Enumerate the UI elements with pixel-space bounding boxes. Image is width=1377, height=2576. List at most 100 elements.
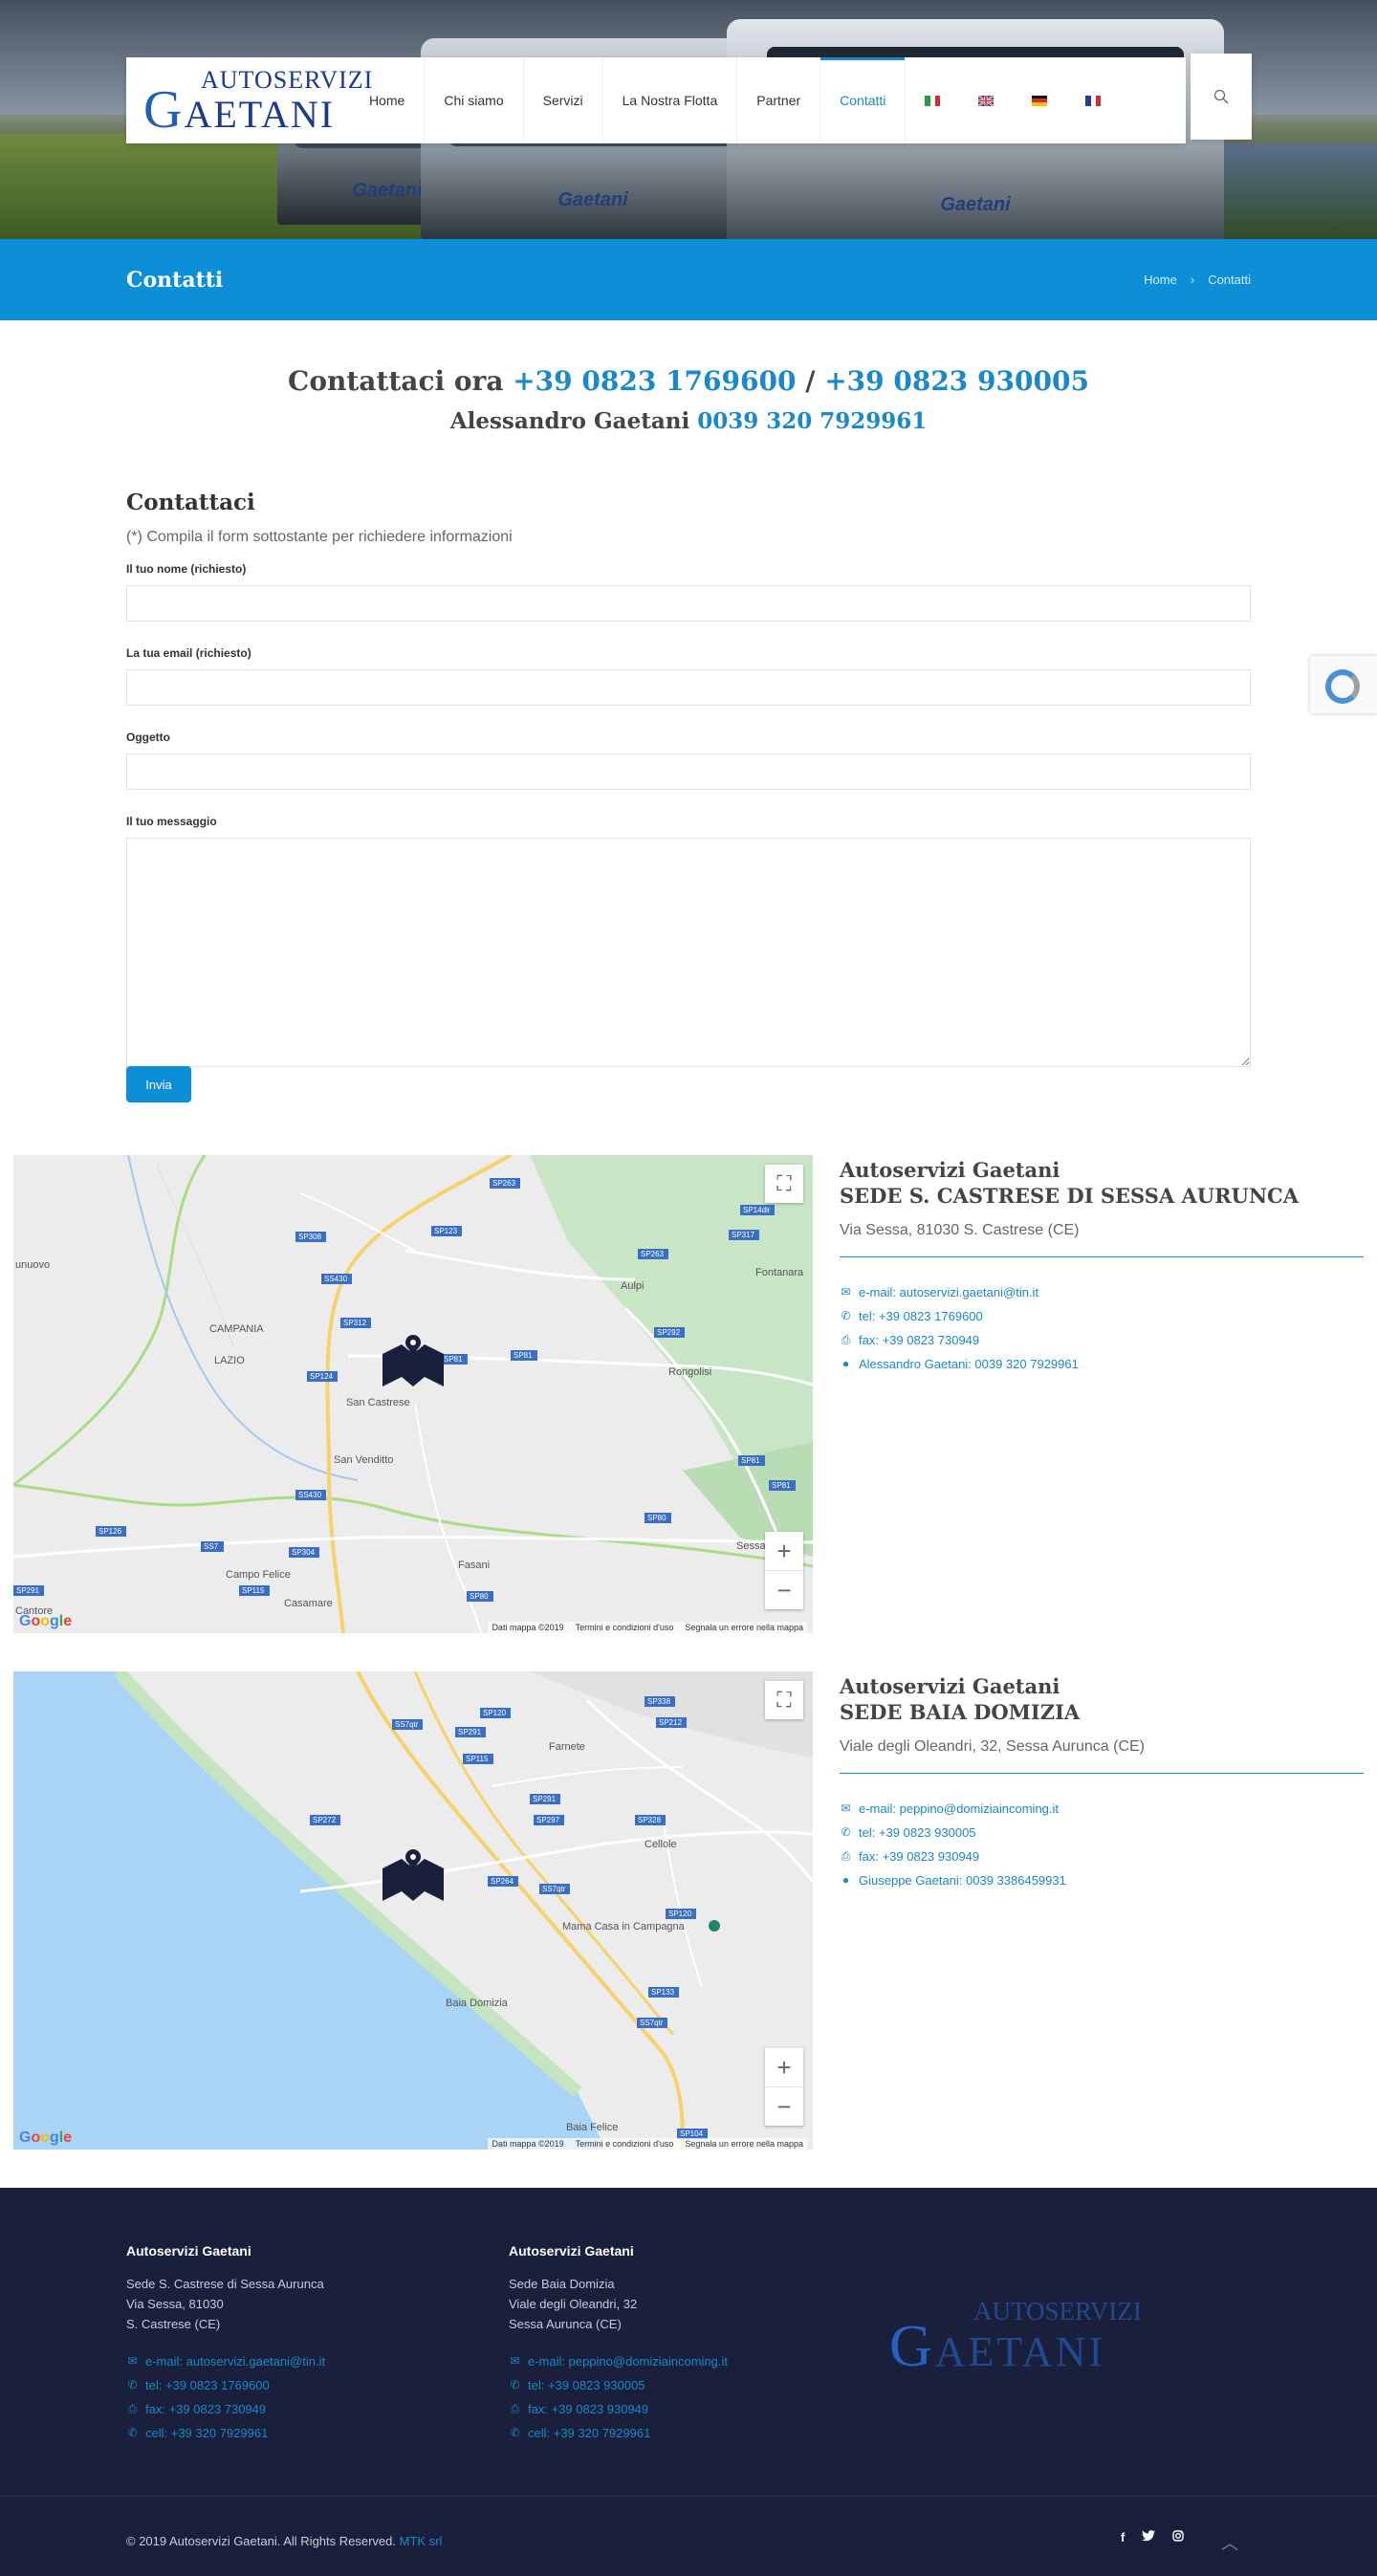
brand-logo[interactable]: AUTOSERVIZI GAETANI [126, 57, 372, 143]
instagram-icon[interactable] [1172, 2530, 1185, 2544]
name-field[interactable] [126, 585, 1251, 622]
office-address: Viale degli Oleandri, 32, Sessa Aurunca … [840, 1738, 1364, 1774]
nav-flotta[interactable]: La Nostra Flotta [603, 57, 738, 143]
back-to-top-icon[interactable]: ︿ [1221, 2530, 1238, 2555]
breadcrumb: Home › Contatti [1144, 273, 1251, 287]
callout-phone-2[interactable]: +39 0823 930005 [824, 365, 1089, 397]
zoom-in-button[interactable]: + [765, 1532, 803, 1570]
lang-en[interactable] [959, 57, 1013, 143]
map-canvas: Farnete Cellole Mama Casa in Campagna Ba… [13, 1671, 813, 2150]
nav-partner[interactable]: Partner [737, 57, 821, 143]
copyright-text: © 2019 Autoservizi Gaetani. All Rights R… [126, 2534, 397, 2548]
office-fax[interactable]: ⎙ fax: +39 0823 930949 [840, 1845, 1364, 1868]
map-san-castrese[interactable]: unuovo Aulpi Fontanara CAMPANIA LAZIO Sa… [13, 1155, 813, 1633]
footer-email[interactable]: ✉ e-mail: peppino@domiziaincoming.it [509, 2349, 834, 2373]
footer-col-domizia: Autoservizi Gaetani Sede Baia Domizia Via… [509, 2243, 834, 2445]
footer-logo-name: GAETANI [889, 2317, 1186, 2376]
footer-col-title: Autoservizi Gaetani [509, 2243, 634, 2259]
lang-it[interactable] [906, 57, 959, 143]
svg-text:SP123: SP123 [434, 1227, 458, 1235]
office-tel[interactable]: ✆ tel: +39 0823 930005 [840, 1821, 1364, 1845]
footer-tel[interactable]: ✆ tel: +39 0823 930005 [509, 2373, 834, 2397]
svg-text:unuovo: unuovo [15, 1259, 50, 1271]
office-person[interactable]: ● Giuseppe Gaetani: 0039 3386459931 [840, 1868, 1364, 1892]
footer-logo: AUTOSERVIZI GAETANI [889, 2298, 1186, 2384]
footer-fax[interactable]: ⎙ fax: +39 0823 730949 [126, 2397, 451, 2421]
map-data-label: Dati mappa ©2019 [492, 1623, 564, 1632]
fullscreen-icon: ⛶ [776, 1688, 792, 1712]
office-person[interactable]: ● Alessandro Gaetani: 0039 320 7929961 [840, 1352, 1364, 1376]
nav-home[interactable]: Home [350, 57, 426, 143]
footer-col-title: Autoservizi Gaetani [126, 2243, 251, 2259]
map-baia-domizia[interactable]: Farnete Cellole Mama Casa in Campagna Ba… [13, 1671, 813, 2150]
office-contacts: ✉ e-mail: peppino@domiziaincoming.it ✆ tel… [840, 1797, 1364, 1892]
fullscreen-button[interactable]: ⛶ [765, 1681, 803, 1719]
flag-de-icon [1032, 95, 1048, 106]
office-email[interactable]: ✉ e-mail: autoservizi.gaetani@tin.it [840, 1280, 1364, 1304]
fullscreen-icon: ⛶ [776, 1171, 792, 1195]
flag-gb-icon [978, 95, 994, 106]
user-icon: ● [842, 1873, 850, 1887]
svg-text:Baia Felice: Baia Felice [566, 2122, 618, 2133]
svg-text:SP312: SP312 [343, 1319, 367, 1327]
nav-contatti[interactable]: Contatti [820, 57, 907, 143]
lang-fr[interactable] [1066, 57, 1120, 143]
map-report-link[interactable]: Segnala un errore nella mappa [685, 2139, 803, 2149]
credit-link[interactable]: MTK srl [400, 2534, 443, 2548]
search-button[interactable] [1191, 54, 1252, 140]
name-label: Il tuo nome (richiesto) [126, 562, 247, 576]
callout-person-phone[interactable]: 0039 320 7929961 [697, 408, 927, 434]
phone-icon: ✆ [841, 1309, 851, 1322]
map-terms-link[interactable]: Termini e condizioni d'uso [576, 2139, 674, 2149]
map-attribution: Dati mappa ©2019 Termini e condizioni d'u… [488, 2138, 807, 2150]
nav-chi-siamo[interactable]: Chi siamo [425, 57, 524, 143]
svg-text:SP317: SP317 [732, 1231, 755, 1239]
office-email[interactable]: ✉ e-mail: peppino@domiziaincoming.it [840, 1797, 1364, 1821]
office-company: Autoservizi Gaetani [840, 1158, 1060, 1182]
subject-field[interactable] [126, 753, 1251, 790]
footer-cell[interactable]: ✆ cell: +39 320 7929961 [126, 2421, 451, 2445]
email-field[interactable] [126, 669, 1251, 706]
footer-cell[interactable]: ✆ cell: +39 320 7929961 [509, 2421, 834, 2445]
site-header: AUTOSERVIZI GAETANI Home Chi siamo Servi… [126, 57, 1186, 143]
office-fax[interactable]: ⎙ fax: +39 0823 730949 [840, 1328, 1364, 1352]
facebook-icon[interactable]: f [1121, 2530, 1125, 2544]
twitter-icon[interactable] [1142, 2530, 1156, 2544]
office-san-castrese: Autoservizi Gaetani SEDE S. CASTRESE DI … [840, 1157, 1364, 1376]
svg-text:SP263: SP263 [492, 1179, 516, 1188]
map-report-link[interactable]: Segnala un errore nella mappa [685, 1623, 803, 1632]
svg-text:SP124: SP124 [310, 1372, 334, 1381]
svg-text:Fasani: Fasani [458, 1560, 490, 1571]
submit-button[interactable]: Invia [126, 1066, 191, 1102]
svg-text:SP308: SP308 [298, 1233, 322, 1241]
map-canvas: unuovo Aulpi Fontanara CAMPANIA LAZIO Sa… [13, 1155, 813, 1633]
map-terms-link[interactable]: Termini e condizioni d'uso [576, 1623, 674, 1632]
zoom-in-button[interactable]: + [765, 2048, 803, 2086]
footer-logo-initial: G [889, 2314, 935, 2379]
phone-icon: ✆ [510, 2426, 520, 2439]
svg-text:Mama Casa in Campagna: Mama Casa in Campagna [562, 1921, 686, 1932]
message-field[interactable] [126, 838, 1251, 1067]
zoom-out-button[interactable]: − [765, 1571, 803, 1609]
footer-tel[interactable]: ✆ tel: +39 0823 1769600 [126, 2373, 451, 2397]
callout-phone-1[interactable]: +39 0823 1769600 [513, 365, 796, 397]
fax-icon: ⎙ [127, 2402, 138, 2415]
zoom-out-button[interactable]: − [765, 2087, 803, 2126]
svg-text:LAZIO: LAZIO [214, 1355, 245, 1366]
footer-fax[interactable]: ⎙ fax: +39 0823 930949 [509, 2397, 834, 2421]
lang-de[interactable] [1013, 57, 1066, 143]
svg-text:SP338: SP338 [647, 1697, 671, 1706]
google-logo[interactable]: Google [19, 2129, 72, 2147]
svg-text:SP104: SP104 [680, 2129, 704, 2138]
nav-servizi[interactable]: Servizi [524, 57, 603, 143]
svg-text:SP133: SP133 [651, 1988, 675, 1997]
recaptcha-badge[interactable] [1310, 656, 1377, 713]
callout-line-person: Alessandro Gaetani 0039 320 7929961 [0, 408, 1377, 434]
svg-text:San Castrese: San Castrese [346, 1397, 410, 1408]
google-logo[interactable]: Google [19, 1613, 72, 1630]
footer-email[interactable]: ✉ e-mail: autoservizi.gaetani@tin.it [126, 2349, 451, 2373]
breadcrumb-home[interactable]: Home [1144, 273, 1177, 287]
office-tel[interactable]: ✆ tel: +39 0823 1769600 [840, 1304, 1364, 1328]
zoom-controls: + − [765, 2048, 803, 2126]
fullscreen-button[interactable]: ⛶ [765, 1165, 803, 1203]
